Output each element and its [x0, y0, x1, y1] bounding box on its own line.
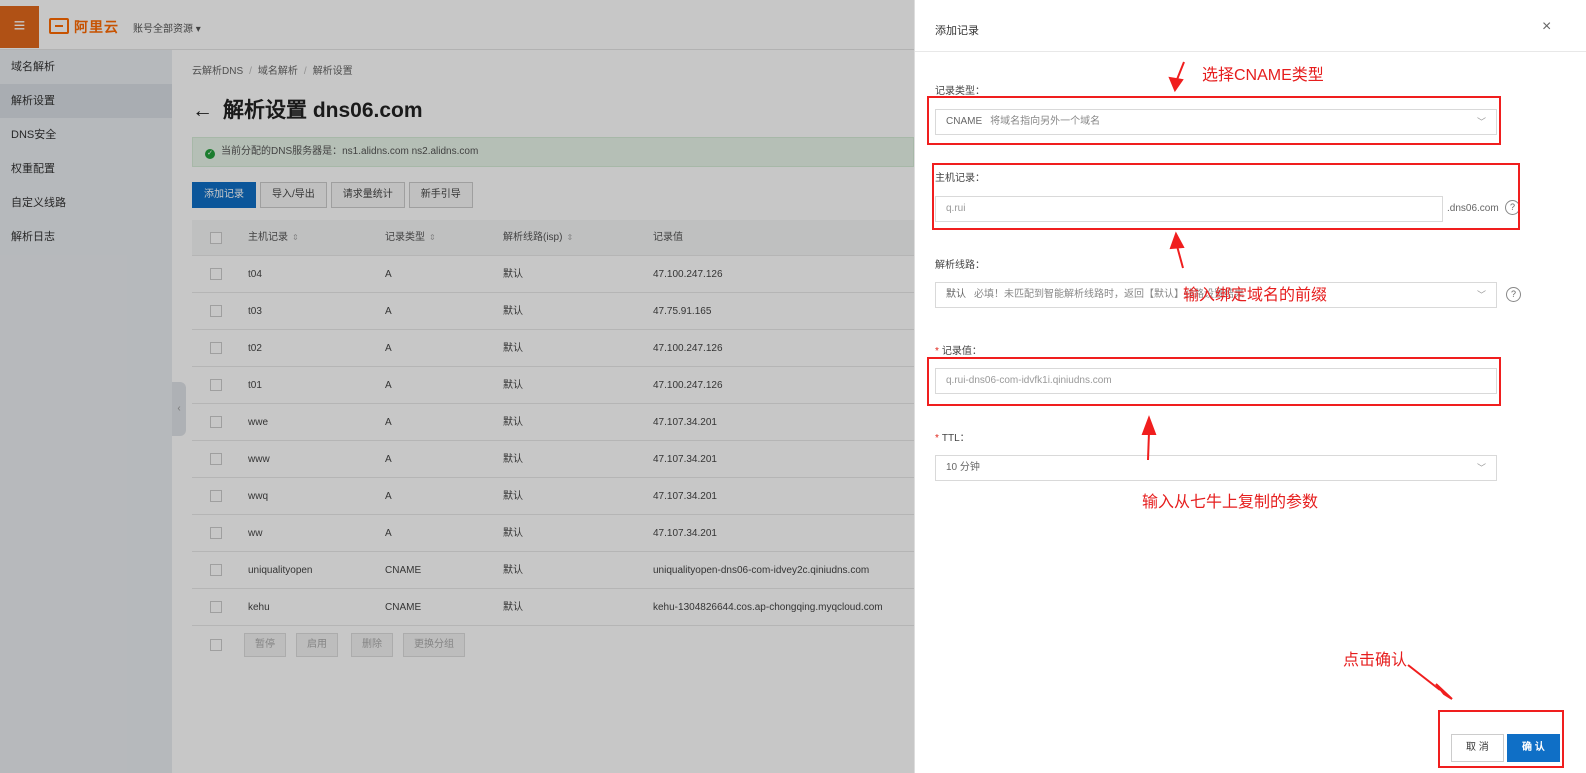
arrow-shaft [1176, 245, 1184, 269]
arrow-shaft [1147, 431, 1150, 461]
arrow-shaft [1407, 664, 1441, 691]
annotation-arrows [1141, 61, 1453, 700]
arrow-head [1435, 683, 1453, 700]
arrow-head [1168, 76, 1184, 93]
arrow-head [1169, 231, 1185, 250]
arrow-head [1141, 415, 1157, 435]
